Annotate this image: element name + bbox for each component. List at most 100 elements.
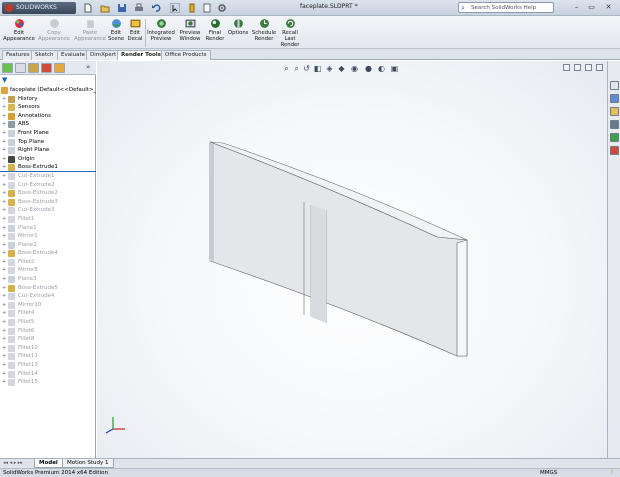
- display-manager-tab-icon[interactable]: [54, 63, 65, 73]
- tree-item[interactable]: + ABS: [0, 120, 96, 129]
- tab-model[interactable]: Model: [34, 459, 63, 468]
- integrated-preview-button[interactable]: Integrated Preview: [147, 18, 175, 42]
- undo-icon[interactable]: [151, 3, 161, 13]
- new-document-icon[interactable]: [83, 3, 93, 13]
- copy-appearance-button[interactable]: Copy Appearance: [38, 18, 70, 42]
- expand-icon[interactable]: +: [2, 146, 7, 155]
- expand-icon[interactable]: +: [2, 206, 7, 215]
- preview-window-button[interactable]: Preview Window: [178, 18, 202, 42]
- tree-item[interactable]: + Plane3: [0, 275, 96, 284]
- expand-icon[interactable]: +: [2, 172, 7, 181]
- expand-icon[interactable]: +: [2, 112, 7, 121]
- tree-item[interactable]: + Plane1: [0, 224, 96, 233]
- expand-icon[interactable]: +: [2, 189, 7, 198]
- expand-icon[interactable]: +: [2, 129, 7, 138]
- expand-icon[interactable]: +: [2, 266, 7, 275]
- expand-icon[interactable]: +: [2, 378, 7, 387]
- tab-features[interactable]: Features: [2, 50, 34, 60]
- expand-icon[interactable]: +: [2, 155, 7, 164]
- expand-icon[interactable]: +: [2, 309, 7, 318]
- search-help-input[interactable]: ⌕ Search SolidWorks Help: [458, 2, 554, 13]
- tree-item[interactable]: + Mirror10: [0, 301, 96, 310]
- options-gear-icon[interactable]: [217, 3, 227, 13]
- tree-item[interactable]: + Fillet14: [0, 370, 96, 379]
- select-arrow-icon[interactable]: [170, 3, 180, 13]
- tab-render-tools[interactable]: Render Tools: [117, 50, 165, 60]
- tree-item[interactable]: + Boss-Extrude2: [0, 189, 96, 198]
- expand-icon[interactable]: +: [2, 370, 7, 379]
- tree-item[interactable]: + Mirror1: [0, 232, 96, 241]
- expand-icon[interactable]: +: [2, 224, 7, 233]
- expand-icon[interactable]: +: [2, 352, 7, 361]
- tree-item[interactable]: + History: [0, 95, 96, 104]
- expand-icon[interactable]: +: [2, 103, 7, 112]
- edit-appearance-button[interactable]: Edit Appearance: [3, 18, 35, 42]
- unit-system-selector[interactable]: MMGS: [540, 469, 557, 477]
- faceplate-front-face[interactable]: [209, 141, 468, 357]
- part-model-view[interactable]: [97, 61, 607, 458]
- schedule-render-button[interactable]: Schedule Render: [250, 18, 278, 42]
- expand-icon[interactable]: +: [2, 232, 7, 241]
- appearances-scenes-icon[interactable]: [610, 133, 619, 142]
- expand-icon[interactable]: +: [2, 163, 7, 171]
- tree-item[interactable]: + Boss-Extrude4: [0, 249, 96, 258]
- tree-item[interactable]: + Mirror8: [0, 266, 96, 275]
- options-button[interactable]: Options: [228, 18, 248, 36]
- rebuild-icon[interactable]: [187, 3, 197, 13]
- expand-icon[interactable]: +: [2, 241, 7, 250]
- expand-icon[interactable]: +: [2, 284, 7, 293]
- final-render-button[interactable]: Final Render: [204, 18, 226, 42]
- print-icon[interactable]: [134, 3, 144, 13]
- tab-dimxpert[interactable]: DimXpert: [86, 50, 121, 60]
- property-manager-tab-icon[interactable]: [15, 63, 26, 73]
- expand-icon[interactable]: +: [2, 335, 7, 344]
- expand-icon[interactable]: +: [2, 275, 7, 284]
- tree-item[interactable]: + Fillet1: [0, 215, 96, 224]
- tree-item[interactable]: + Top Plane: [0, 138, 96, 147]
- tree-item[interactable]: + Fillet4: [0, 309, 96, 318]
- expand-icon[interactable]: +: [2, 258, 7, 267]
- tree-item[interactable]: + Fillet10: [0, 344, 96, 353]
- view-palette-icon[interactable]: [610, 120, 619, 129]
- filter-funnel-icon[interactable]: ▼: [2, 76, 7, 84]
- expand-icon[interactable]: +: [2, 292, 7, 301]
- recall-last-render-button[interactable]: Recall Last Render: [280, 18, 300, 48]
- solidworks-logo[interactable]: SOLIDWORKS: [2, 2, 76, 14]
- edit-scene-button[interactable]: Edit Scene: [108, 18, 124, 42]
- tree-item[interactable]: + Fillet15: [0, 378, 96, 387]
- tree-item[interactable]: + Cut-Extrude1: [0, 172, 96, 181]
- expand-icon[interactable]: +: [2, 327, 7, 336]
- expand-icon[interactable]: +: [2, 215, 7, 224]
- configuration-manager-tab-icon[interactable]: [28, 63, 39, 73]
- tree-item[interactable]: + Origin: [0, 155, 96, 164]
- tree-item[interactable]: faceplate (Default<<Default>_D: [0, 86, 96, 95]
- expand-icon[interactable]: +: [2, 318, 7, 327]
- expand-icon[interactable]: +: [2, 301, 7, 310]
- custom-properties-icon[interactable]: [610, 146, 619, 155]
- paste-appearance-button[interactable]: Paste Appearance: [73, 18, 107, 42]
- tree-item[interactable]: + Cut-Extrude3: [0, 206, 96, 215]
- tab-sketch[interactable]: Sketch: [31, 50, 58, 60]
- dimxpert-manager-tab-icon[interactable]: [41, 63, 52, 73]
- file-explorer-icon[interactable]: [610, 107, 619, 116]
- tree-item[interactable]: + Plane2: [0, 241, 96, 250]
- tree-item[interactable]: + Fillet2: [0, 258, 96, 267]
- tree-item[interactable]: + Fillet11: [0, 352, 96, 361]
- design-library-icon[interactable]: [610, 94, 619, 103]
- tree-item[interactable]: + Right Plane: [0, 146, 96, 155]
- close-button[interactable]: ✕: [603, 2, 614, 13]
- expand-icon[interactable]: +: [2, 361, 7, 370]
- tree-item[interactable]: + Boss-Extrude1: [0, 163, 96, 172]
- open-folder-icon[interactable]: [100, 3, 110, 13]
- feature-manager-tab-icon[interactable]: [2, 63, 13, 73]
- graphics-area[interactable]: ⌕ ⌕ ↺ ◧ ◈ ◆ ◉ ● ◐ ▣: [97, 61, 607, 458]
- minimize-button[interactable]: –: [571, 2, 582, 13]
- tree-item[interactable]: + Sensors: [0, 103, 96, 112]
- tab-evaluate[interactable]: Evaluate: [57, 50, 90, 60]
- expand-icon[interactable]: +: [2, 344, 7, 353]
- maximize-button[interactable]: ▭: [586, 2, 597, 13]
- tab-office-products[interactable]: Office Products: [161, 50, 211, 60]
- solidworks-resources-icon[interactable]: [610, 81, 619, 90]
- tab-motion-study-1[interactable]: Motion Study 1: [62, 459, 114, 468]
- tree-item[interactable]: + Fillet8: [0, 335, 96, 344]
